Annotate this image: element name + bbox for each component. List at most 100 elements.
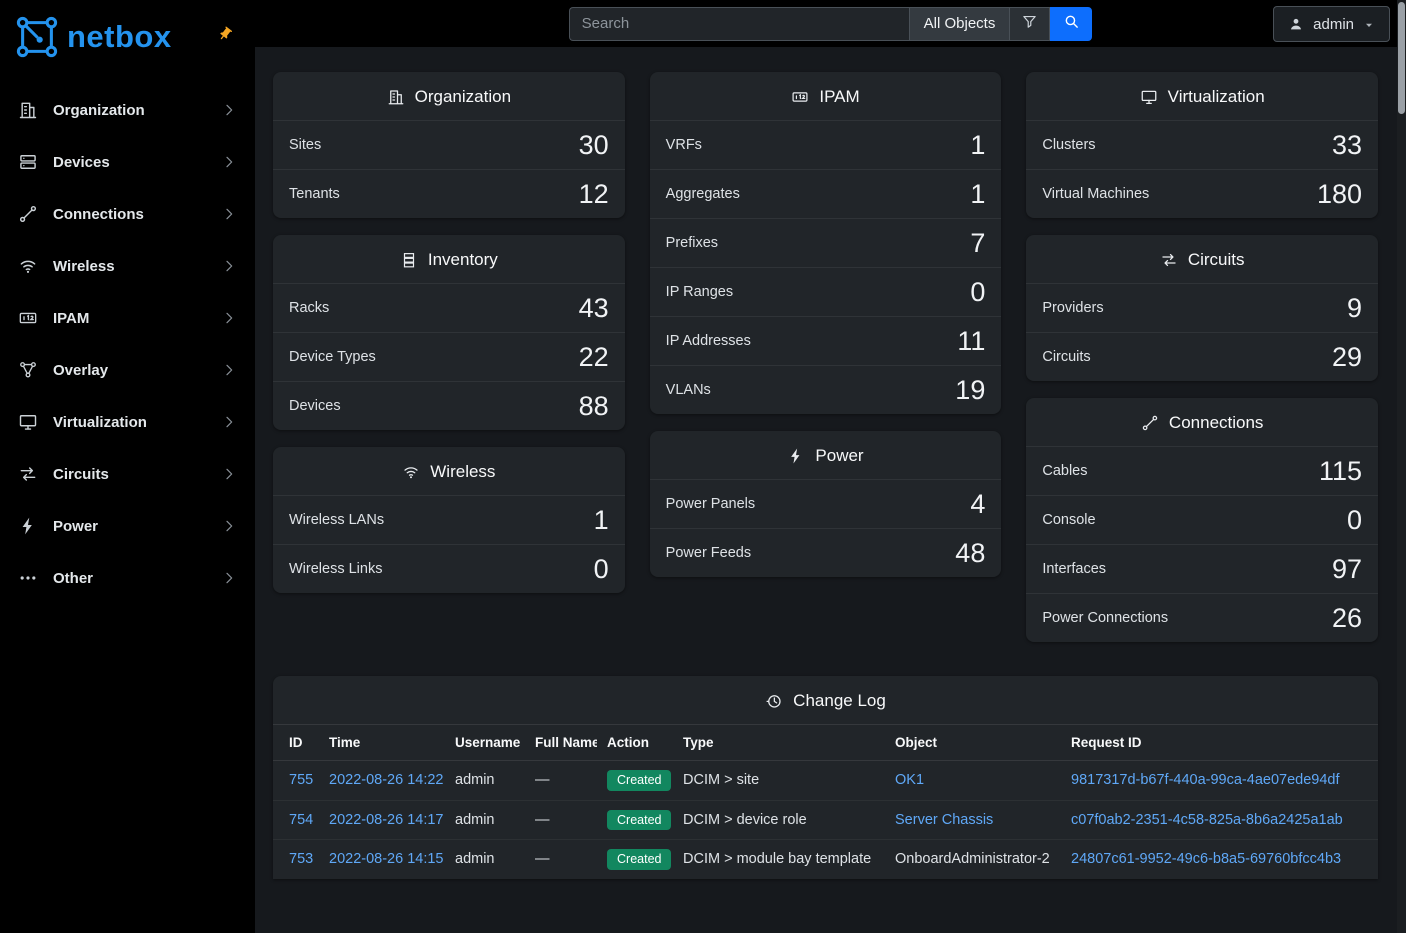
stat-row-ip-addresses[interactable]: IP Addresses 11 bbox=[650, 316, 1002, 365]
stat-row-cables[interactable]: Cables 115 bbox=[1026, 446, 1378, 495]
dashboard: Organization Sites 30 Tenants 12 Invento… bbox=[255, 47, 1406, 933]
chevron-right-icon bbox=[221, 414, 237, 430]
transit-arrows-icon bbox=[1160, 251, 1178, 269]
card-title: Organization bbox=[415, 87, 511, 107]
sidebar-item-label: Organization bbox=[53, 102, 221, 119]
search-scope-button[interactable]: All Objects bbox=[909, 7, 1010, 41]
counter-icon bbox=[18, 308, 38, 328]
person-icon bbox=[1288, 16, 1304, 32]
sidebar-item-circuits[interactable]: Circuits bbox=[0, 448, 255, 500]
sidebar-item-wireless[interactable]: Wireless bbox=[0, 240, 255, 292]
changelog-object-link[interactable]: Server Chassis bbox=[895, 812, 993, 828]
stat-row-clusters[interactable]: Clusters 33 bbox=[1026, 120, 1378, 169]
dots-icon bbox=[18, 568, 38, 588]
col-type: Type bbox=[673, 725, 885, 761]
chevron-right-icon bbox=[221, 362, 237, 378]
inventory-card: Inventory Racks 43 Device Types 22 Devic… bbox=[273, 235, 625, 430]
search-submit-button[interactable] bbox=[1050, 7, 1092, 41]
scrollbar-thumb[interactable] bbox=[1398, 2, 1405, 114]
changelog-time-link[interactable]: 2022-08-26 14:17 bbox=[329, 812, 444, 828]
scrollbar bbox=[1397, 0, 1406, 933]
changelog-time-link[interactable]: 2022-08-26 14:22 bbox=[329, 772, 444, 788]
stat-row-console[interactable]: Console 0 bbox=[1026, 495, 1378, 544]
stat-row-aggregates[interactable]: Aggregates 1 bbox=[650, 169, 1002, 218]
sidebar-item-label: Virtualization bbox=[53, 414, 221, 431]
changelog-object-link[interactable]: OK1 bbox=[895, 772, 924, 788]
user-menu-button[interactable]: admin bbox=[1273, 6, 1390, 42]
stat-row-vlans[interactable]: VLANs 19 bbox=[650, 365, 1002, 414]
changelog-type: DCIM > site bbox=[673, 761, 885, 801]
netbox-logo[interactable]: netbox bbox=[0, 0, 255, 80]
stat-row-wireless-lans[interactable]: Wireless LANs 1 bbox=[273, 495, 625, 544]
cable-icon bbox=[1141, 414, 1159, 432]
col-action: Action bbox=[597, 725, 673, 761]
stat-row-providers[interactable]: Providers 9 bbox=[1026, 283, 1378, 332]
stat-row-wireless-links[interactable]: Wireless Links 0 bbox=[273, 544, 625, 593]
stat-row-racks[interactable]: Racks 43 bbox=[273, 283, 625, 332]
stat-label: Device Types bbox=[289, 349, 376, 365]
stat-value: 88 bbox=[579, 391, 609, 422]
stat-value: 97 bbox=[1332, 554, 1362, 585]
building-icon bbox=[18, 100, 38, 120]
changelog-id-link[interactable]: 753 bbox=[289, 851, 313, 867]
stat-row-virtual-machines[interactable]: Virtual Machines 180 bbox=[1026, 169, 1378, 218]
stat-value: 30 bbox=[579, 130, 609, 161]
status-badge: Created bbox=[607, 770, 671, 791]
ipam-card: IPAM VRFs 1 Aggregates 1 Prefixes 7 bbox=[650, 72, 1002, 414]
filter-button[interactable] bbox=[1009, 7, 1050, 41]
stat-value: 11 bbox=[957, 326, 985, 357]
stat-row-tenants[interactable]: Tenants 12 bbox=[273, 169, 625, 218]
stat-label: Circuits bbox=[1042, 349, 1090, 365]
stat-value: 33 bbox=[1332, 130, 1362, 161]
virtualization-card-header: Virtualization bbox=[1026, 72, 1378, 120]
circuits-card-header: Circuits bbox=[1026, 235, 1378, 283]
stat-label: Providers bbox=[1042, 300, 1103, 316]
stat-row-power-connections[interactable]: Power Connections 26 bbox=[1026, 593, 1378, 642]
connections-card-header: Connections bbox=[1026, 398, 1378, 446]
wireless-card-header: Wireless bbox=[273, 447, 625, 495]
caret-down-icon bbox=[1363, 18, 1375, 30]
stat-value: 22 bbox=[579, 342, 609, 373]
stat-row-power-panels[interactable]: Power Panels 4 bbox=[650, 479, 1002, 528]
stat-row-vrfs[interactable]: VRFs 1 bbox=[650, 120, 1002, 169]
sidebar-item-overlay[interactable]: Overlay bbox=[0, 344, 255, 396]
sidebar-item-label: Circuits bbox=[53, 466, 221, 483]
changelog-request-id-link[interactable]: 9817317d-b67f-440a-99ca-4ae07ede94df bbox=[1071, 772, 1339, 788]
stat-row-power-feeds[interactable]: Power Feeds 48 bbox=[650, 528, 1002, 577]
stat-row-device-types[interactable]: Device Types 22 bbox=[273, 332, 625, 381]
sidebar-item-devices[interactable]: Devices bbox=[0, 136, 255, 188]
topbar: All Objects admin bbox=[255, 0, 1406, 47]
changelog-request-id-link[interactable]: 24807c61-9952-49c6-b8a5-69760bfcc4b3 bbox=[1071, 851, 1341, 867]
search-input[interactable] bbox=[569, 7, 909, 41]
stat-value: 48 bbox=[955, 538, 985, 569]
changelog-time-link[interactable]: 2022-08-26 14:15 bbox=[329, 851, 444, 867]
chevron-right-icon bbox=[221, 154, 237, 170]
monitor-icon bbox=[18, 412, 38, 432]
stat-row-circuits[interactable]: Circuits 29 bbox=[1026, 332, 1378, 381]
changelog-username: admin bbox=[445, 761, 525, 801]
power-card: Power Power Panels 4 Power Feeds 48 bbox=[650, 431, 1002, 577]
stat-row-sites[interactable]: Sites 30 bbox=[273, 120, 625, 169]
table-row: 755 2022-08-26 14:22 admin — Created DCI… bbox=[273, 761, 1378, 801]
stat-label: Clusters bbox=[1042, 137, 1095, 153]
sidebar-item-virtualization[interactable]: Virtualization bbox=[0, 396, 255, 448]
card-title: Virtualization bbox=[1168, 87, 1265, 107]
stat-label: Virtual Machines bbox=[1042, 186, 1149, 202]
sidebar-item-connections[interactable]: Connections bbox=[0, 188, 255, 240]
stat-label: Power Panels bbox=[666, 496, 755, 512]
sidebar-item-organization[interactable]: Organization bbox=[0, 84, 255, 136]
sidebar-item-other[interactable]: Other bbox=[0, 552, 255, 604]
changelog-id-link[interactable]: 755 bbox=[289, 772, 313, 788]
pin-sidebar-icon[interactable] bbox=[217, 26, 233, 42]
stat-row-prefixes[interactable]: Prefixes 7 bbox=[650, 218, 1002, 267]
stat-row-interfaces[interactable]: Interfaces 97 bbox=[1026, 544, 1378, 593]
sidebar-item-ipam[interactable]: IPAM bbox=[0, 292, 255, 344]
sidebar-item-power[interactable]: Power bbox=[0, 500, 255, 552]
changelog-request-id-link[interactable]: c07f0ab2-2351-4c58-825a-8b6a2425a1ab bbox=[1071, 812, 1343, 828]
stat-row-ip-ranges[interactable]: IP Ranges 0 bbox=[650, 267, 1002, 316]
changelog-id-link[interactable]: 754 bbox=[289, 812, 313, 828]
col-id: ID bbox=[273, 725, 319, 761]
inventory-icon bbox=[400, 251, 418, 269]
card-title: Inventory bbox=[428, 250, 498, 270]
stat-row-devices[interactable]: Devices 88 bbox=[273, 381, 625, 430]
